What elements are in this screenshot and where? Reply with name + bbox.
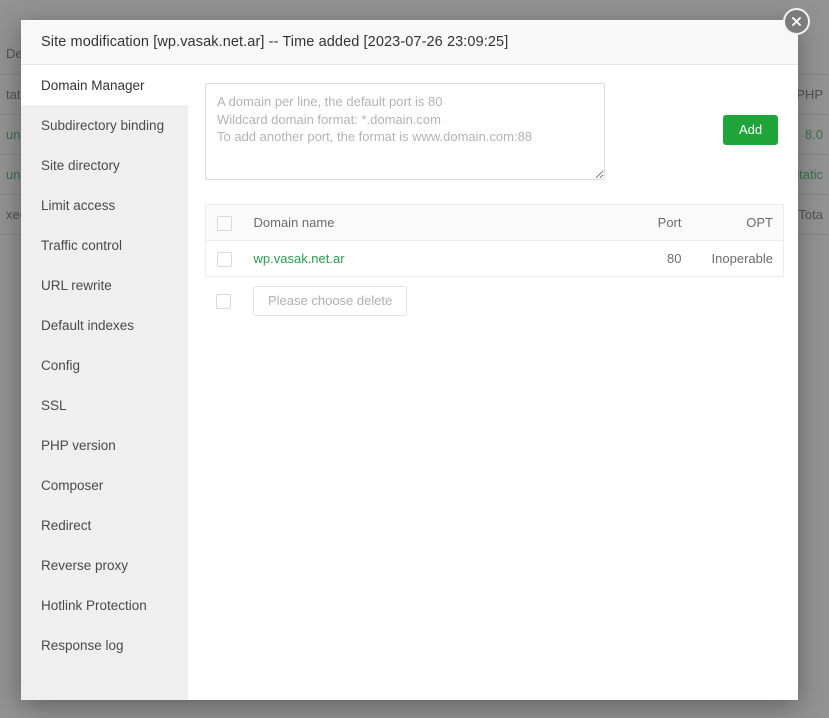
dialog-header: Site modification [wp.vasak.net.ar] -- T…	[21, 20, 798, 65]
sidebar-item-redirect[interactable]: Redirect	[21, 505, 188, 545]
sidebar-item-ssl[interactable]: SSL	[21, 385, 188, 425]
sidebar-item-label: Reverse proxy	[41, 557, 129, 573]
header-domain-name: Domain name	[243, 204, 624, 241]
footer-select-checkbox[interactable]	[216, 293, 231, 309]
sidebar-item-site-directory[interactable]: Site directory	[21, 145, 188, 185]
table-header-row: Domain name Port OPT	[205, 204, 784, 241]
header-opt: OPT	[691, 204, 784, 241]
sidebar-item-response-log[interactable]: Response log	[21, 625, 188, 665]
sidebar-item-traffic-control[interactable]: Traffic control	[21, 225, 188, 265]
sidebar-item-label: Hotlink Protection	[41, 597, 147, 613]
sidebar-item-limit-access[interactable]: Limit access	[21, 185, 188, 225]
sidebar-item-label: URL rewrite	[41, 277, 112, 293]
dialog-sidebar: Domain Manager Subdirectory binding Site d…	[21, 65, 188, 700]
domain-input-row: Add	[205, 83, 782, 180]
site-modification-dialog: Site modification [wp.vasak.net.ar] -- T…	[21, 8, 810, 700]
row-checkbox[interactable]	[217, 251, 233, 267]
sidebar-item-label: Default indexes	[41, 317, 135, 333]
add-button[interactable]: Add	[723, 115, 779, 146]
domain-table-body: wp.vasak.net.ar 80 Inoperable	[205, 240, 784, 277]
dialog-title: Site modification [wp.vasak.net.ar] -- T…	[41, 34, 509, 50]
sidebar-item-label: SSL	[41, 397, 67, 413]
sidebar-item-url-rewrite[interactable]: URL rewrite	[21, 265, 188, 305]
sidebar-item-label: Site directory	[41, 157, 120, 173]
sidebar-item-composer[interactable]: Composer	[21, 465, 188, 505]
table-footer: Please choose delete	[205, 286, 782, 317]
sidebar-item-subdirectory-binding[interactable]: Subdirectory binding	[21, 105, 188, 145]
select-all-cell	[205, 204, 244, 241]
sidebar-item-php-version[interactable]: PHP version	[21, 425, 188, 465]
sidebar-item-label: Composer	[41, 477, 104, 493]
domain-table: Domain name Port OPT wp.vasak.net.ar 80 In…	[205, 204, 784, 277]
sidebar-item-label: Response log	[41, 637, 124, 653]
sidebar-item-reverse-proxy[interactable]: Reverse proxy	[21, 545, 188, 585]
table-row: wp.vasak.net.ar 80 Inoperable	[205, 240, 784, 277]
domain-link[interactable]: wp.vasak.net.ar	[254, 251, 345, 266]
cell-opt: Inoperable	[691, 240, 784, 277]
select-all-checkbox[interactable]	[217, 215, 233, 231]
sidebar-item-label: Limit access	[41, 197, 116, 213]
cell-domain-name: wp.vasak.net.ar	[243, 240, 624, 277]
sidebar-item-label: Subdirectory binding	[41, 117, 165, 133]
sidebar-item-hotlink-protection[interactable]: Hotlink Protection	[21, 585, 188, 625]
dialog-content: Add Domain name Port OPT wp.vasak.net.ar…	[188, 65, 798, 700]
delete-button[interactable]: Please choose delete	[253, 286, 408, 317]
sidebar-item-label: PHP version	[41, 437, 116, 453]
cell-port: 80	[623, 240, 692, 277]
sidebar-item-label: Domain Manager	[41, 77, 145, 93]
sidebar-item-config[interactable]: Config	[21, 345, 188, 385]
dialog-body: Domain Manager Subdirectory binding Site d…	[21, 65, 798, 700]
domain-input[interactable]	[205, 83, 605, 180]
sidebar-item-default-indexes[interactable]: Default indexes	[21, 305, 188, 345]
sidebar-item-label: Redirect	[41, 517, 92, 533]
header-port: Port	[623, 204, 692, 241]
close-icon[interactable]	[783, 8, 810, 35]
sidebar-item-label: Traffic control	[41, 237, 123, 253]
sidebar-item-domain-manager[interactable]: Domain Manager	[21, 65, 188, 105]
domain-table-head: Domain name Port OPT	[205, 204, 784, 241]
row-checkbox-cell	[205, 240, 244, 277]
sidebar-item-label: Config	[41, 357, 81, 373]
